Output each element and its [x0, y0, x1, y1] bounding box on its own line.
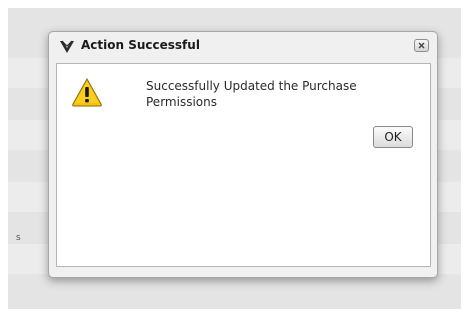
- close-button[interactable]: [414, 39, 429, 52]
- background-partial-text: s: [16, 233, 21, 243]
- close-icon: [418, 42, 425, 49]
- dialog-message: Successfully Updated the Purchase Permis…: [146, 79, 357, 109]
- dialog-content: Successfully Updated the Purchase Permis…: [56, 63, 431, 267]
- dialog-titlebar[interactable]: Action Successful: [49, 32, 437, 62]
- message-dialog: Action Successful Successfully Updated t…: [48, 31, 438, 278]
- winged-logo-icon: [59, 39, 75, 53]
- dialog-title: Action Successful: [81, 38, 200, 52]
- ok-button[interactable]: OK: [373, 126, 413, 148]
- warning-icon: [71, 77, 103, 107]
